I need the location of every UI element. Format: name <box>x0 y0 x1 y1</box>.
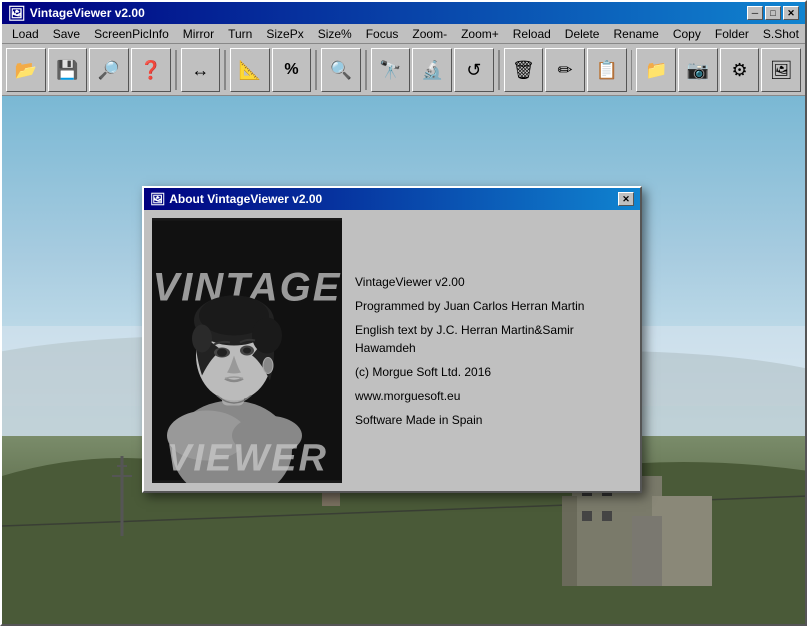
copy-icon: 📋 <box>596 61 618 79</box>
toolbar-info-btn[interactable]: 🔎 <box>89 48 129 92</box>
focus-icon: 🔍 <box>330 61 352 79</box>
menu-rename[interactable]: Rename <box>607 25 664 43</box>
mirror-icon: ↔ <box>191 61 209 79</box>
toolbar-sep6 <box>631 50 633 90</box>
reload-icon: ↺ <box>466 61 481 79</box>
woman-illustration: VINTAGE <box>152 218 342 483</box>
toolbar-sep2 <box>224 50 226 90</box>
menu-screenpicinfo[interactable]: ScreenPicInfo <box>88 25 175 43</box>
toolbar-focus-btn[interactable]: 🔍 <box>321 48 361 92</box>
menu-mirror[interactable]: Mirror <box>177 25 220 43</box>
toolbar-copy-btn[interactable]: 📋 <box>587 48 627 92</box>
toolbar-zoomplus-btn[interactable]: 🔬 <box>412 48 452 92</box>
toolbar-sep1 <box>175 50 177 90</box>
about-dialog-title: About VintageViewer v2.00 <box>169 192 322 206</box>
main-window: 🖼 VintageViewer v2.00 ─ □ ✕ Load Save Sc… <box>0 0 807 626</box>
toolbar-folder-btn[interactable]: 📁 <box>636 48 676 92</box>
menu-copy[interactable]: Copy <box>667 25 707 43</box>
menu-load[interactable]: Load <box>6 25 45 43</box>
about-line-4: (c) Morgue Soft Ltd. 2016 <box>355 363 627 381</box>
about-dialog-icon: 🖼 <box>150 192 165 206</box>
about-dialog: 🖼 About VintageViewer v2.00 ✕ <box>142 186 642 493</box>
toolbar-sep3 <box>315 50 317 90</box>
load-icon: 📂 <box>15 61 37 79</box>
about-text-area: VintageViewer v2.00 Programmed by Juan C… <box>350 218 632 483</box>
toolbar-about-btn[interactable]: 🖼 <box>761 48 801 92</box>
about-close-button[interactable]: ✕ <box>618 192 634 206</box>
rename-icon: ✏ <box>558 61 573 79</box>
background-scene: 🖼 About VintageViewer v2.00 ✕ <box>2 96 805 624</box>
help-icon: ❓ <box>140 61 162 79</box>
delete-icon: 🗑 <box>512 61 535 79</box>
svg-text:VIEWER: VIEWER <box>166 438 328 480</box>
sizepx-icon: 📐 <box>239 61 261 79</box>
menu-save[interactable]: Save <box>47 25 86 43</box>
menu-reload[interactable]: Reload <box>507 25 557 43</box>
about-image-area: VINTAGE <box>152 218 342 483</box>
about-icon: 🖼 <box>770 61 793 79</box>
toolbar-rename-btn[interactable]: ✏ <box>545 48 585 92</box>
toolbar-help-btn[interactable]: ❓ <box>131 48 171 92</box>
about-dialog-title-bar: 🖼 About VintageViewer v2.00 ✕ <box>144 188 640 210</box>
about-line-5: www.morguesoft.eu <box>355 387 627 405</box>
save-icon: 💾 <box>56 61 78 79</box>
screenshot-icon: 📷 <box>687 61 709 79</box>
menu-turn[interactable]: Turn <box>222 25 258 43</box>
toolbar-sep5 <box>498 50 500 90</box>
toolbar-delete-btn[interactable]: 🗑 <box>504 48 544 92</box>
title-bar-left: 🖼 VintageViewer v2.00 <box>8 5 145 22</box>
about-title-left: 🖼 About VintageViewer v2.00 <box>150 192 322 206</box>
about-line-2: Programmed by Juan Carlos Herran Martin <box>355 297 627 315</box>
about-line-1: VintageViewer v2.00 <box>355 273 627 291</box>
menu-focus[interactable]: Focus <box>360 25 405 43</box>
menu-folder[interactable]: Folder <box>709 25 755 43</box>
menu-sizepx[interactable]: SizePx <box>260 25 309 43</box>
prefs-icon: ⚙ <box>732 61 748 79</box>
toolbar-prefs-btn[interactable]: ⚙ <box>720 48 760 92</box>
toolbar-zoomminus-btn[interactable]: 🔭 <box>371 48 411 92</box>
minimize-button[interactable]: ─ <box>747 6 763 20</box>
toolbar: 📂 💾 🔎 ❓ ↔ 📐 % 🔍 🔭 🔬 <box>2 44 805 96</box>
toolbar-sizepx-btn[interactable]: 📐 <box>230 48 270 92</box>
window-title: VintageViewer v2.00 <box>30 6 145 20</box>
maximize-button[interactable]: □ <box>765 6 781 20</box>
menu-sizepct[interactable]: Size% <box>312 25 358 43</box>
toolbar-screenshot-btn[interactable]: 📷 <box>678 48 718 92</box>
menu-bar: Load Save ScreenPicInfo Mirror Turn Size… <box>2 24 805 44</box>
about-line-6: Software Made in Spain <box>355 411 627 429</box>
content-area: 🖼 About VintageViewer v2.00 ✕ <box>2 96 805 624</box>
toolbar-mirror-btn[interactable]: ↔ <box>181 48 221 92</box>
menu-zoomplus[interactable]: Zoom+ <box>455 25 505 43</box>
title-bar-buttons: ─ □ ✕ <box>747 6 799 20</box>
toolbar-sep4 <box>365 50 367 90</box>
info-icon: 🔎 <box>98 61 120 79</box>
menu-zoomminus[interactable]: Zoom- <box>406 25 453 43</box>
toolbar-save-btn[interactable]: 💾 <box>48 48 88 92</box>
close-button[interactable]: ✕ <box>783 6 799 20</box>
menu-delete[interactable]: Delete <box>559 25 606 43</box>
zoomplus-icon: 🔬 <box>421 61 443 79</box>
menu-sshot[interactable]: S.Shot <box>757 25 805 43</box>
app-icon: 🖼 <box>8 5 26 22</box>
about-content: VINTAGE <box>144 210 640 491</box>
folder-icon: 📁 <box>645 61 667 79</box>
toolbar-sizepct-btn[interactable]: % <box>272 48 312 92</box>
title-bar: 🖼 VintageViewer v2.00 ─ □ ✕ <box>2 2 805 24</box>
toolbar-load-btn[interactable]: 📂 <box>6 48 46 92</box>
about-line-3: English text by J.C. Herran Martin&Samir… <box>355 321 627 357</box>
sizepct-icon: % <box>284 62 298 78</box>
toolbar-reload-btn[interactable]: ↺ <box>454 48 494 92</box>
zoomminus-icon: 🔭 <box>379 61 401 79</box>
